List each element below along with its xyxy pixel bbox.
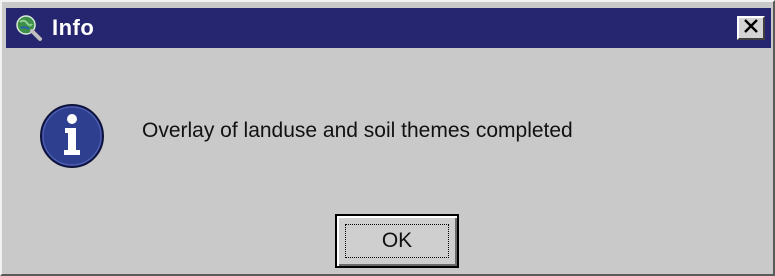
title-bar[interactable]: Info — [6, 8, 771, 48]
close-button[interactable] — [737, 16, 765, 40]
close-icon — [743, 18, 759, 38]
window-title: Info — [52, 15, 95, 40]
message-text: Overlay of landuse and soil themes compl… — [142, 119, 573, 142]
info-icon — [38, 102, 106, 170]
info-dialog: Info Overlay of landuse and soil themes … — [0, 0, 775, 276]
ok-button-label: OK — [381, 229, 413, 252]
ok-button[interactable]: OK — [335, 214, 459, 268]
globe-magnifier-icon — [14, 13, 44, 43]
